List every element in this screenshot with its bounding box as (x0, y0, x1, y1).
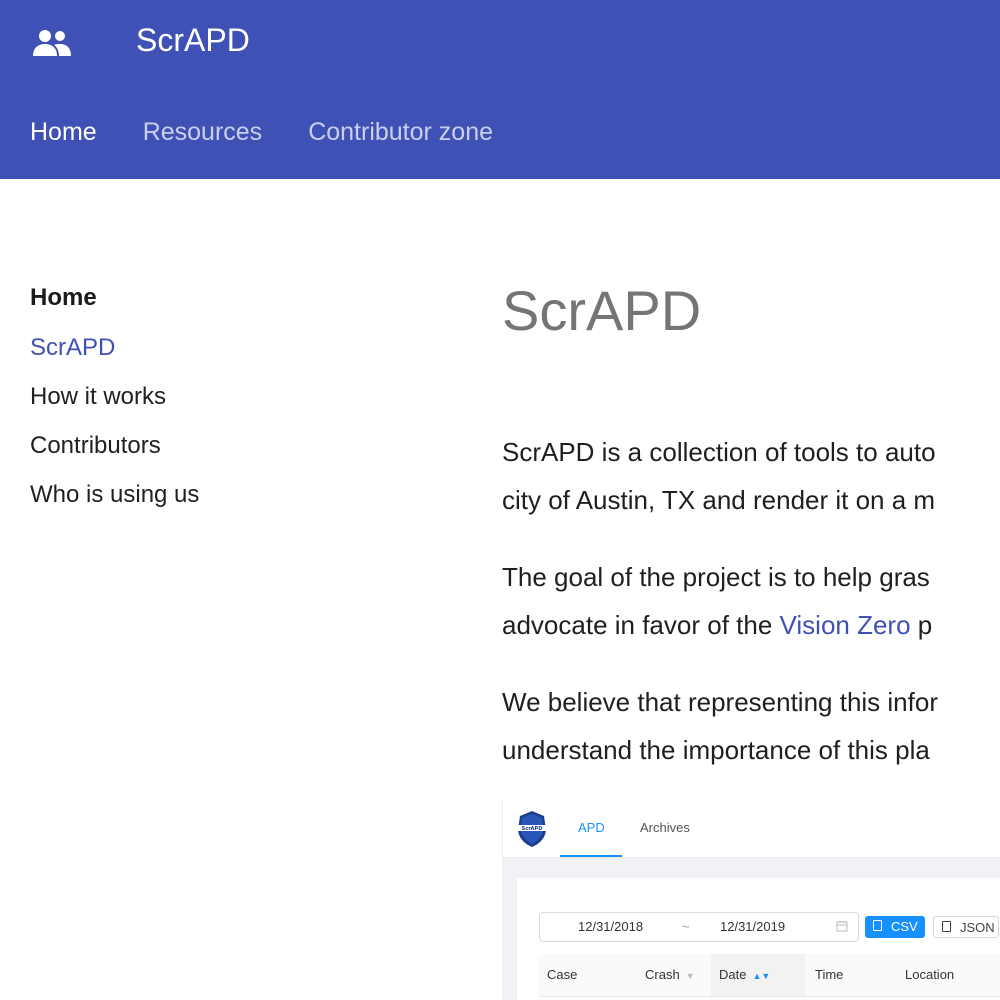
app-header: ScrAPD Home Resources Contributor zone (0, 0, 1000, 179)
vision-zero-link[interactable]: Vision Zero (780, 610, 911, 640)
sidebar-title[interactable]: Home (30, 284, 390, 312)
goal-line-1: The goal of the project is to help gras (502, 562, 930, 592)
goal-line-2: advocate in favor of the Vision Zero p (502, 601, 1000, 649)
top-nav-tabs: Home Resources Contributor zone (30, 118, 539, 147)
sidebar-item-who-is-using-us[interactable]: Who is using us (30, 481, 390, 509)
date-separator: ~ (682, 919, 690, 934)
page-title: ScrAPD (502, 280, 702, 342)
csv-label: CSV (891, 919, 918, 934)
active-tab-indicator (560, 855, 622, 857)
belief-line-2: understand the importance of this pla (502, 735, 930, 765)
screenshot-tab-archives[interactable]: Archives (640, 820, 690, 835)
export-csv-button[interactable]: CSV (865, 916, 925, 938)
date-range-picker[interactable]: 12/31/2018 ~ 12/31/2019 (539, 912, 859, 942)
screenshot-nav: ScrAPD APD Archives (503, 800, 1000, 858)
column-location[interactable]: Location (905, 967, 954, 982)
tab-home[interactable]: Home (30, 118, 97, 147)
table-header: Case Crash ▼ Date ▲▼ Time Location (539, 954, 1000, 997)
column-case[interactable]: Case (547, 967, 577, 982)
goal-line-2-end: p (910, 610, 933, 640)
sidebar-item-contributors[interactable]: Contributors (30, 432, 390, 460)
badge-text: ScrAPD (522, 826, 543, 832)
intro-paragraph: ScrAPD is a collection of tools to auto … (502, 428, 1000, 524)
sort-icon[interactable]: ▲▼ (752, 971, 770, 981)
column-date-label: Date (719, 967, 747, 982)
copy-icon (942, 921, 951, 932)
column-date[interactable]: Date ▲▼ (719, 967, 770, 982)
sidebar-nav: Home ScrAPD How it works Contributors Wh… (30, 284, 390, 530)
intro-line-2: city of Austin, TX and render it on a m (502, 485, 936, 515)
screenshot-tab-apd[interactable]: APD (578, 820, 605, 835)
tab-resources[interactable]: Resources (143, 118, 263, 147)
belief-line-1: We believe that representing this infor (502, 687, 938, 717)
export-json-button[interactable]: JSON (933, 916, 999, 938)
date-to[interactable]: 12/31/2019 (720, 919, 785, 934)
app-screenshot: ScrAPD APD Archives 12/31/2018 ~ 12/31/2… (502, 800, 1000, 1000)
calendar-icon[interactable] (836, 920, 848, 932)
json-label: JSON (960, 920, 995, 935)
main-content: ScrAPD ScrAPD is a collection of tools t… (502, 280, 1000, 803)
column-crash-label: Crash (645, 967, 680, 982)
column-crash[interactable]: Crash ▼ (645, 967, 695, 982)
goal-line-2-start: advocate in favor of the (502, 610, 780, 640)
goal-paragraph: The goal of the project is to help gras … (502, 553, 1000, 649)
intro-line-1: ScrAPD is a collection of tools to auto (502, 437, 936, 467)
sidebar-item-how-it-works[interactable]: How it works (30, 383, 390, 411)
column-time[interactable]: Time (815, 967, 843, 982)
copy-icon (873, 920, 882, 931)
tab-contributor-zone[interactable]: Contributor zone (308, 118, 493, 147)
people-icon[interactable] (32, 28, 72, 58)
sidebar-item-scrapd[interactable]: ScrAPD (30, 334, 390, 362)
date-from[interactable]: 12/31/2018 (578, 919, 643, 934)
belief-paragraph: We believe that representing this infor … (502, 678, 1000, 774)
police-badge-logo: ScrAPD (518, 811, 546, 847)
sort-icon[interactable]: ▼ (686, 971, 695, 981)
site-title[interactable]: ScrAPD (136, 22, 250, 59)
